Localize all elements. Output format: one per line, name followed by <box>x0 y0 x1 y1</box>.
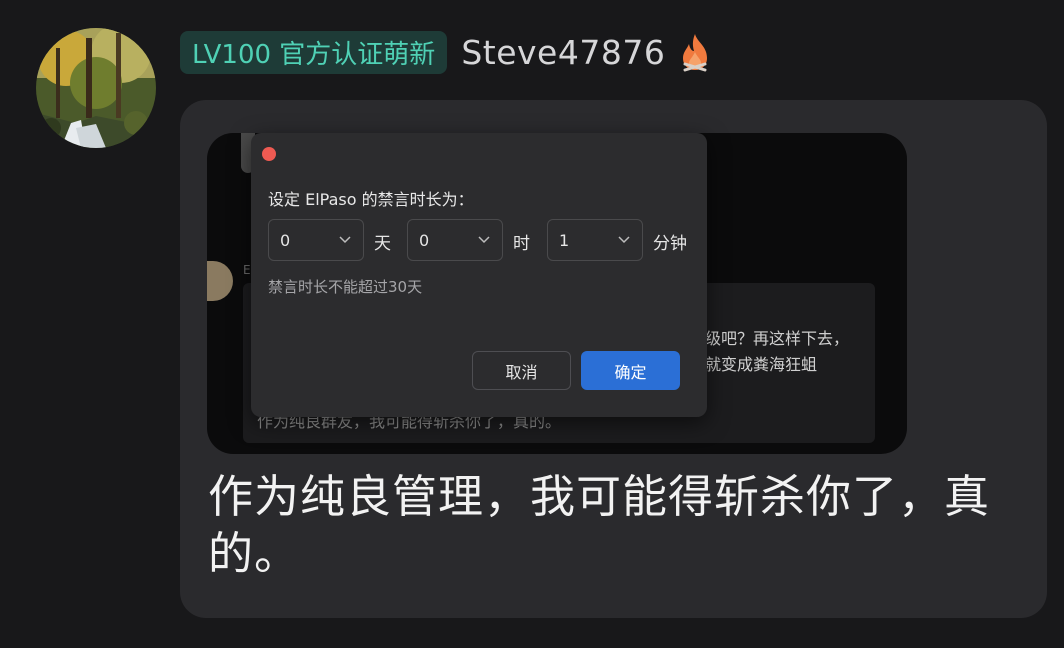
confirm-button[interactable]: 确定 <box>581 351 680 390</box>
minutes-value: 1 <box>559 231 570 250</box>
message-text: 作为纯良管理，我可能得斩杀你了，真的。 <box>208 470 991 580</box>
fire-icon <box>683 34 708 72</box>
background-avatar <box>207 261 233 301</box>
username[interactable]: Steve47876 <box>461 33 665 72</box>
hours-value: 0 <box>419 231 430 250</box>
avatar[interactable] <box>36 28 156 148</box>
days-value: 0 <box>280 231 291 250</box>
minutes-select[interactable]: 1 <box>547 219 643 261</box>
close-dot-icon[interactable] <box>262 147 276 161</box>
chevron-down-icon <box>618 236 630 244</box>
hours-unit: 时 <box>513 234 530 254</box>
message-header: LV100 官方认证萌新 Steve47876 <box>180 30 713 74</box>
cancel-button[interactable]: 取消 <box>472 351 571 390</box>
dialog-title: 设定 ElPaso 的禁言时长为： <box>268 190 474 209</box>
chevron-down-icon <box>339 236 351 244</box>
background-text-line: 就变成粪海狂蛆 <box>705 355 818 374</box>
minutes-unit: 分钟 <box>653 234 687 254</box>
days-unit: 天 <box>374 234 391 254</box>
level-badge: LV100 官方认证萌新 <box>180 30 448 74</box>
mute-limit-hint: 禁言时长不能超过30天 <box>268 278 423 296</box>
hours-select[interactable]: 0 <box>407 219 503 261</box>
mute-duration-dialog: 设定 ElPaso 的禁言时长为： 0 天 0 时 1 分钟 禁言时长不能超过3… <box>251 133 707 417</box>
chevron-down-icon <box>478 236 490 244</box>
days-select[interactable]: 0 <box>268 219 364 261</box>
background-text-line: 级吧？再这样下去， <box>705 329 850 348</box>
background-name: E <box>243 263 251 277</box>
